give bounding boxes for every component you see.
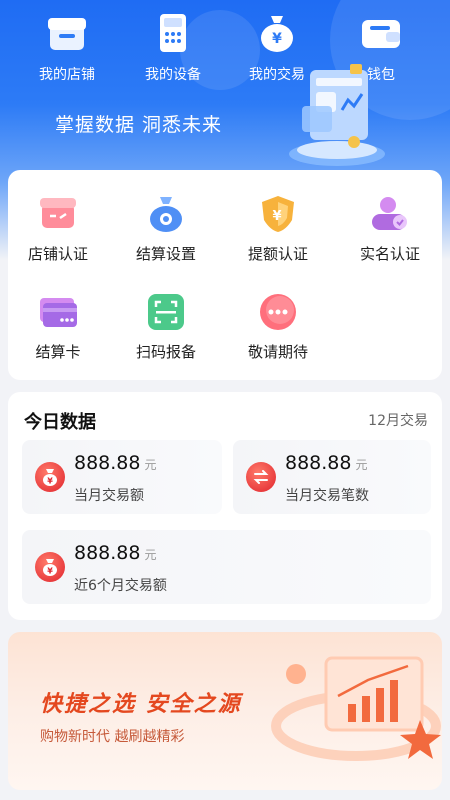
service-label: 敬请期待 (247, 343, 308, 361)
service-limit-verify[interactable]: ¥ 提额认证 (228, 194, 328, 264)
pos-device-icon (152, 12, 194, 54)
banner-title: 快捷之选 安全之源 (40, 692, 242, 717)
svg-text:¥: ¥ (47, 567, 53, 576)
stat-value: 888.88 元 (74, 542, 157, 564)
stat-label: 当月交易笔数 (285, 488, 369, 504)
nav-label: 我的设备 (145, 67, 201, 83)
service-label: 实名认证 (359, 245, 420, 263)
store-verify-icon (38, 194, 78, 234)
svg-text:¥: ¥ (272, 31, 282, 47)
banner-subtitle: 购物新时代 越刷越精彩 (40, 729, 185, 745)
nav-label: 我的店铺 (39, 67, 95, 83)
service-label: 提额认证 (247, 245, 308, 263)
service-label: 店铺认证 (27, 245, 88, 263)
service-settlement-settings[interactable]: 结算设置 (116, 194, 216, 264)
data-board-illustration (282, 62, 392, 172)
stat-value: 888.88 元 (285, 452, 368, 474)
service-bank-card[interactable]: 结算卡 (8, 292, 108, 362)
hero-slogan: 掌握数据 洞悉未来 (55, 114, 223, 136)
today-title: 今日数据 (24, 412, 96, 433)
today-data-card: 今日数据 12月交易 ¥ 888.88 元 当月交易额 888.88 元 当月交易笔… (8, 392, 442, 620)
settlement-settings-icon (146, 194, 186, 234)
stat-label: 当月交易额 (74, 488, 144, 504)
service-store-verify[interactable]: 店铺认证 (8, 194, 108, 264)
stat-value: 888.88 元 (74, 452, 157, 474)
limit-increase-shield-icon: ¥ (258, 194, 298, 234)
service-real-name[interactable]: 实名认证 (340, 194, 440, 264)
money-bag-icon: ¥ (256, 12, 298, 54)
service-coming-soon[interactable]: 敬请期待 (228, 292, 328, 362)
wallet-icon (360, 12, 402, 54)
promo-banner[interactable]: 快捷之选 安全之源 购物新时代 越刷越精彩 (8, 632, 442, 790)
scan-code-icon (146, 292, 186, 332)
service-scan-report[interactable]: 扫码报备 (116, 292, 216, 362)
exchange-icon (246, 462, 276, 492)
service-label: 扫码报备 (135, 343, 196, 361)
money-bag-icon: ¥ (35, 552, 65, 582)
nav-my-store[interactable]: 我的店铺 (22, 12, 112, 84)
nav-my-device[interactable]: 我的设备 (128, 12, 218, 84)
growth-chart-illustration (268, 640, 442, 790)
stat-monthly-count[interactable]: 888.88 元 当月交易笔数 (233, 440, 431, 514)
money-bag-icon: ¥ (35, 462, 65, 492)
bank-card-icon (38, 292, 78, 332)
more-icon (258, 292, 298, 332)
stat-six-month-amount[interactable]: ¥ 888.88 元 近6个月交易额 (22, 530, 431, 604)
stat-label: 近6个月交易额 (74, 578, 167, 594)
real-name-verify-icon (370, 194, 410, 234)
svg-text:¥: ¥ (272, 209, 281, 224)
monthly-trade-link[interactable]: 12月交易 (368, 410, 428, 430)
service-label: 结算卡 (35, 343, 81, 361)
service-label: 结算设置 (135, 245, 196, 263)
svg-text:¥: ¥ (47, 477, 53, 486)
store-icon (46, 12, 88, 54)
stat-monthly-amount[interactable]: ¥ 888.88 元 当月交易额 (22, 440, 222, 514)
services-card: 店铺认证 结算设置 ¥ 提额认证 实名认证 结算卡 扫码报备 敬请期待 (8, 170, 442, 380)
